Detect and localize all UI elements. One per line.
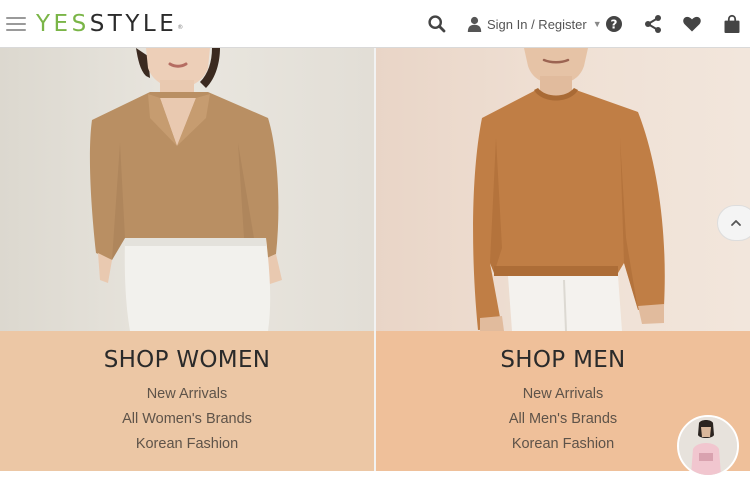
all-womens-brands-link[interactable]: All Women's Brands [0,411,374,427]
women-korean-fashion-link[interactable]: Korean Fashion [0,436,374,452]
help-icon[interactable]: ? [604,14,624,34]
share-icon[interactable] [643,14,663,34]
shop-men-title[interactable]: SHOP MEN [376,347,750,373]
top-nav-bar: YESSTYLE® Sign In / Register ▼ ? [0,0,750,48]
yesstyle-logo[interactable]: YESSTYLE® [36,10,183,38]
shopping-bag-icon[interactable] [722,14,742,34]
heart-icon[interactable] [682,14,702,34]
women-new-arrivals-link[interactable]: New Arrivals [0,386,374,402]
chevron-up-icon [731,220,741,226]
shop-men-panel: SHOP MEN New Arrivals All Men's Brands K… [376,48,750,471]
shop-women-panel: SHOP WOMEN New Arrivals All Women's Bran… [0,48,374,471]
svg-text:?: ? [611,17,618,31]
men-model-photo[interactable] [376,48,750,331]
caret-down-icon: ▼ [592,19,602,29]
sign-in-label: Sign In / Register [487,16,587,32]
shop-women-block: SHOP WOMEN New Arrivals All Women's Bran… [0,331,374,471]
search-icon[interactable] [427,14,447,34]
men-new-arrivals-link[interactable]: New Arrivals [376,386,750,402]
sign-in-register-link[interactable]: Sign In / Register ▼ [467,13,602,35]
model-thumbnail-avatar[interactable] [677,415,739,477]
scroll-to-top-button[interactable] [717,205,750,241]
hamburger-menu-icon[interactable] [6,17,26,31]
user-icon [467,16,482,32]
shop-women-title[interactable]: SHOP WOMEN [0,347,374,373]
women-model-photo[interactable] [0,48,374,331]
